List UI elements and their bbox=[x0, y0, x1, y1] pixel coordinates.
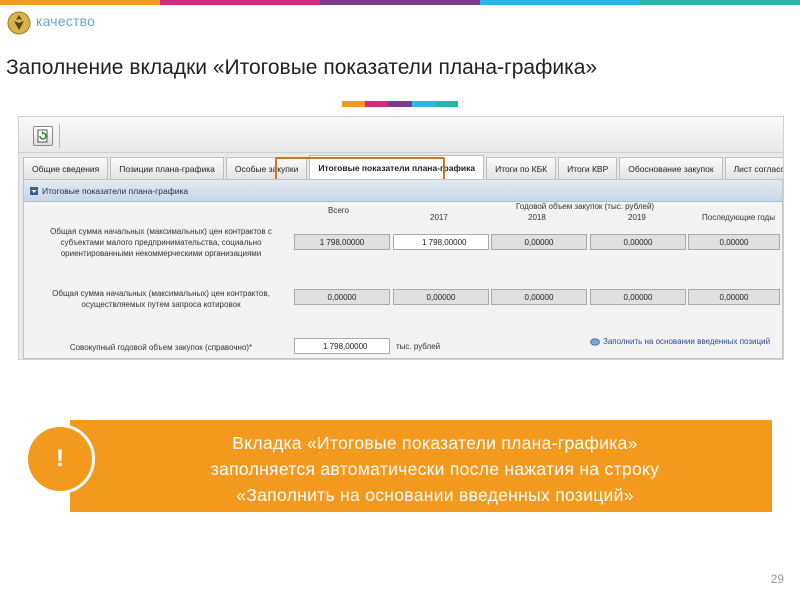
row-label-aggregate-volume: Совокупный годовой объем закупок (справо… bbox=[69, 343, 253, 352]
cell-quotation-later[interactable]: 0,00000 bbox=[688, 289, 780, 305]
strip-segment-blue bbox=[411, 101, 435, 107]
callout-text: Вкладка «Итоговые показатели плана-графи… bbox=[100, 430, 770, 508]
summary-panel: Итоговые показатели плана-графика Всего … bbox=[23, 179, 783, 359]
tab-purchase-justification[interactable]: Обоснование закупок bbox=[619, 157, 723, 179]
strip-segment-teal bbox=[640, 0, 800, 5]
callout-line-3: «Заполнить на основании введенных позици… bbox=[236, 485, 634, 505]
strip-segment-pink bbox=[160, 0, 320, 5]
cell-small-business-total: 1 798,00000 bbox=[294, 234, 390, 250]
units-label: тыс. рублей bbox=[396, 342, 441, 351]
column-year-2018: 2018 bbox=[528, 213, 546, 222]
exclamation-icon: ! bbox=[25, 424, 95, 494]
brand-text: качество bbox=[36, 13, 96, 29]
cell-small-business-2018[interactable]: 0,00000 bbox=[491, 234, 587, 250]
column-later-years: Последующие годы bbox=[702, 213, 775, 222]
cell-quotation-total: 0,00000 bbox=[294, 289, 390, 305]
cell-quotation-2018[interactable]: 0,00000 bbox=[491, 289, 587, 305]
fill-from-positions-link[interactable]: Заполнить на основании введенных позиций bbox=[590, 337, 770, 346]
panel-title: Итоговые показатели плана-графика bbox=[42, 185, 189, 196]
tab-approval-sheet[interactable]: Лист согласования bbox=[724, 157, 783, 179]
top-color-strip bbox=[0, 0, 800, 5]
tab-kvr-totals[interactable]: Итоги КВР bbox=[558, 157, 618, 179]
strip-segment-blue bbox=[480, 0, 640, 5]
collapse-icon[interactable] bbox=[30, 186, 38, 195]
cell-quotation-2019[interactable]: 0,00000 bbox=[590, 289, 686, 305]
brand: качество bbox=[0, 10, 96, 35]
row-label-small-business: Общая сумма начальных (максимальных) цен… bbox=[50, 227, 272, 258]
callout-line-1: Вкладка «Итоговые показатели плана-графи… bbox=[232, 433, 638, 453]
row-label-quotation-requests: Общая сумма начальных (максимальных) цен… bbox=[52, 289, 270, 309]
tab-kbk-totals[interactable]: Итоги по КБК bbox=[486, 157, 557, 179]
emblem-icon bbox=[6, 10, 32, 36]
strip-segment-teal bbox=[434, 101, 459, 107]
toolbar-separator bbox=[59, 124, 60, 148]
column-year-2017: 2017 bbox=[430, 213, 448, 222]
cell-small-business-2019[interactable]: 0,00000 bbox=[590, 234, 686, 250]
cell-small-business-2017[interactable]: 1 798,00000 bbox=[393, 234, 489, 250]
toolbar-button[interactable] bbox=[33, 126, 53, 146]
annual-volume-label: Годовой объем закупок (тыс. рублей) bbox=[516, 202, 655, 211]
cell-aggregate-volume[interactable]: 1 798,00000 bbox=[294, 338, 390, 354]
strip-segment-orange bbox=[342, 101, 366, 107]
column-total-label: Всего bbox=[328, 206, 349, 215]
link-arrow-icon bbox=[590, 337, 600, 346]
strip-segment-pink bbox=[365, 101, 389, 107]
callout-line-2: заполняется автоматически после нажатия … bbox=[210, 459, 660, 479]
cell-small-business-later[interactable]: 0,00000 bbox=[688, 234, 780, 250]
page-number: 29 bbox=[770, 572, 784, 586]
strip-segment-purple bbox=[388, 101, 412, 107]
fill-link-label: Заполнить на основании введенных позиций bbox=[603, 337, 771, 346]
strip-segment-purple bbox=[320, 0, 480, 5]
title-color-strip bbox=[342, 101, 459, 107]
toolbar bbox=[19, 117, 783, 153]
panel-header[interactable]: Итоговые показатели плана-графика bbox=[24, 180, 782, 202]
strip-segment-orange bbox=[0, 0, 160, 5]
slide-title: Заполнение вкладки «Итоговые показатели … bbox=[6, 56, 598, 79]
column-year-2019: 2019 bbox=[628, 213, 646, 222]
cell-quotation-2017[interactable]: 0,00000 bbox=[393, 289, 489, 305]
tab-general[interactable]: Общие сведения bbox=[23, 157, 109, 179]
tab-positions[interactable]: Позиции плана-графика bbox=[110, 157, 224, 179]
embedded-screenshot: Общие сведения Позиции плана-графика Осо… bbox=[18, 116, 784, 360]
